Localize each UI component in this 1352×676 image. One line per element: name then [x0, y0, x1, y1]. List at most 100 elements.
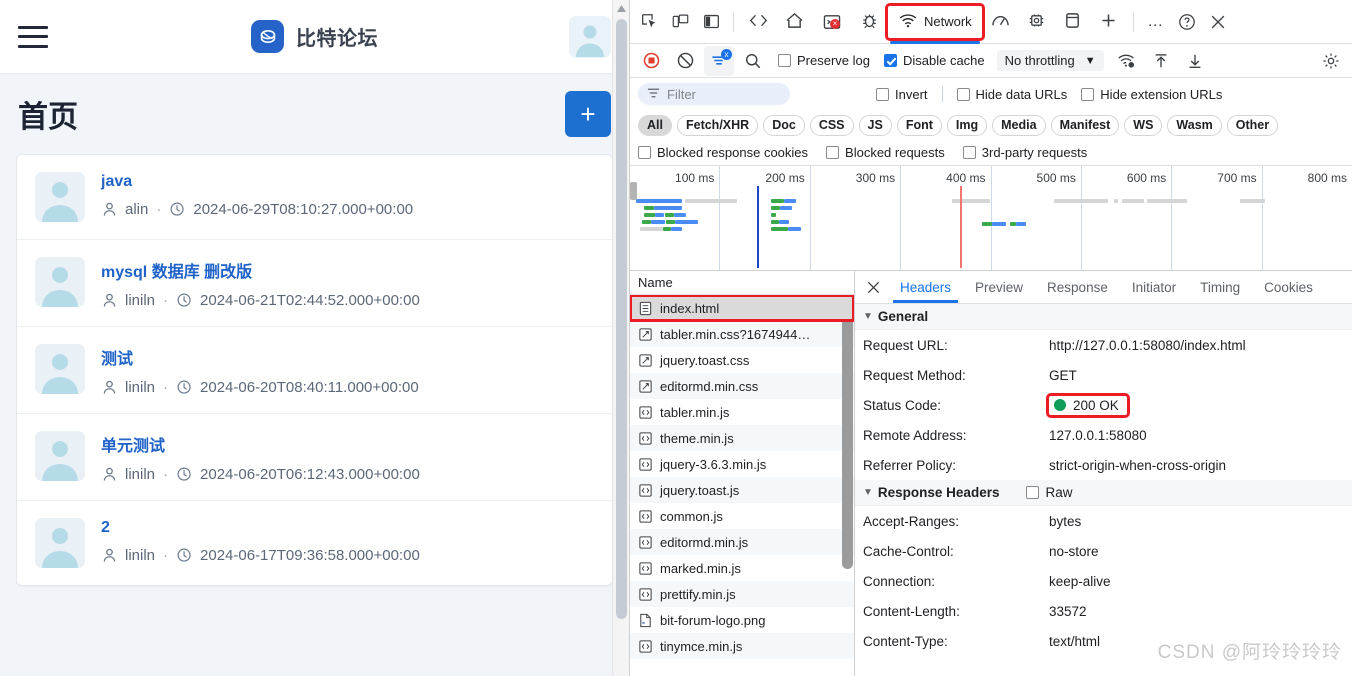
type-chip-img[interactable]: Img	[946, 114, 988, 136]
tab-cookies[interactable]: Cookies	[1253, 271, 1324, 303]
close-icon[interactable]	[859, 273, 887, 301]
table-row[interactable]: theme.min.js	[630, 425, 854, 451]
add-panel-button[interactable]	[1091, 6, 1126, 38]
type-chip-manifest[interactable]: Manifest	[1050, 114, 1120, 136]
third-party-requests-checkbox[interactable]: 3rd-party requests	[962, 145, 1087, 160]
tab-home[interactable]	[777, 6, 812, 38]
table-row[interactable]: tinymce.min.js	[630, 633, 854, 659]
tab-sources[interactable]	[852, 6, 887, 38]
tab-response[interactable]: Response	[1036, 271, 1119, 303]
post-title[interactable]: mysql 数据库 删改版	[101, 258, 592, 282]
tab-preview[interactable]: Preview	[964, 271, 1034, 303]
type-chip-css[interactable]: CSS	[809, 114, 854, 136]
raw-checkbox[interactable]: Raw	[1026, 485, 1072, 500]
blocked-requests-checkbox[interactable]: Blocked requests	[826, 145, 945, 160]
third-party-requests-box[interactable]	[962, 146, 976, 159]
tab-memory[interactable]	[1019, 6, 1054, 38]
type-chip-ws[interactable]: WS	[1124, 114, 1163, 136]
add-post-button[interactable]: +	[565, 91, 611, 137]
more-options-button[interactable]: …	[1141, 7, 1171, 37]
record-stop-icon[interactable]	[636, 46, 666, 76]
chevron-down-icon[interactable]: ▼	[1085, 55, 1096, 67]
list-item[interactable]: 单元测试 liniln · 2024-06-20T06:12:43.000+00…	[17, 414, 612, 501]
general-section-header[interactable]: ▼ General	[855, 304, 1352, 330]
request-column-header[interactable]: Name	[630, 271, 854, 295]
search-input[interactable]: Filter	[638, 83, 790, 105]
tab-initiator[interactable]: Initiator	[1121, 271, 1187, 303]
type-chip-media[interactable]: Media	[992, 114, 1046, 136]
table-row[interactable]: jquery.toast.js	[630, 477, 854, 503]
search-icon[interactable]	[738, 46, 768, 76]
type-chip-js[interactable]: JS	[858, 114, 892, 136]
table-row[interactable]: index.html	[630, 295, 854, 322]
invert-checkbox[interactable]: Invert	[876, 87, 928, 102]
request-list-scrollbar[interactable]	[842, 295, 853, 676]
raw-box[interactable]	[1026, 486, 1040, 499]
hide-extension-urls-box[interactable]	[1081, 87, 1095, 101]
filter-settings-icon[interactable]: x	[704, 45, 734, 76]
close-icon[interactable]	[1203, 7, 1233, 37]
tab-elements[interactable]	[741, 6, 776, 38]
type-chip-fetch-xhr[interactable]: Fetch/XHR	[676, 114, 759, 136]
type-chip-other[interactable]: Other	[1226, 114, 1279, 136]
list-item[interactable]: java alin · 2024-06-29T08:10:27.000+00:0…	[17, 155, 612, 240]
settings-gear-icon[interactable]	[1316, 46, 1346, 76]
response-headers-section-header[interactable]: ▼ Response Headers Raw	[855, 480, 1352, 506]
tab-timing[interactable]: Timing	[1189, 271, 1251, 303]
table-row[interactable]: tabler.min.css?1674944…	[630, 321, 854, 347]
type-chip-font[interactable]: Font	[896, 114, 942, 136]
hide-data-urls-box[interactable]	[956, 87, 970, 101]
table-row[interactable]: jquery.toast.css	[630, 347, 854, 373]
post-title[interactable]: 单元测试	[101, 432, 592, 456]
preserve-log-checkbox[interactable]: Preserve log	[778, 53, 870, 68]
tab-console[interactable]: ×	[813, 6, 851, 38]
scrollbar-thumb[interactable]	[842, 309, 853, 569]
hamburger-icon[interactable]	[18, 25, 48, 48]
post-title[interactable]: 测试	[101, 345, 592, 369]
type-chip-doc[interactable]: Doc	[763, 114, 805, 136]
post-title[interactable]: java	[101, 173, 592, 191]
network-overview-timeline[interactable]: 100 ms 200 ms 300 ms 400 ms 500 ms 600 m…	[630, 166, 1352, 271]
inspect-element-icon[interactable]	[634, 7, 664, 37]
scrollbar-thumb[interactable]	[616, 19, 627, 619]
import-arrow-up-icon[interactable]	[1146, 46, 1176, 76]
table-row[interactable]: editormd.min.css	[630, 373, 854, 399]
user-avatar-icon[interactable]	[569, 15, 611, 58]
scroll-up-arrow-icon[interactable]	[613, 0, 629, 17]
caret-down-icon[interactable]: ▼	[863, 487, 873, 498]
list-item[interactable]: 2 liniln · 2024-06-17T09:36:58.000+00:00	[17, 501, 612, 585]
tab-headers[interactable]: Headers	[889, 271, 962, 303]
list-item[interactable]: mysql 数据库 删改版 liniln · 2024-06-21T02:44:…	[17, 240, 612, 327]
preserve-log-box[interactable]	[778, 54, 791, 67]
table-row[interactable]: tabler.min.js	[630, 399, 854, 425]
type-chip-wasm[interactable]: Wasm	[1167, 114, 1222, 136]
blocked-requests-box[interactable]	[826, 146, 840, 159]
throttling-dropdown[interactable]: No throttling ▼	[996, 50, 1104, 71]
invert-box[interactable]	[876, 87, 889, 101]
help-question-icon[interactable]	[1172, 7, 1202, 37]
clear-circle-slash-icon[interactable]	[670, 46, 700, 76]
list-item[interactable]: 测试 liniln · 2024-06-20T08:40:11.000+00:0…	[17, 327, 612, 414]
page-scrollbar[interactable]	[612, 0, 629, 676]
disable-cache-checkbox[interactable]: Disable cache	[883, 53, 985, 68]
hide-extension-urls-checkbox[interactable]: Hide extension URLs	[1081, 87, 1222, 102]
tab-performance[interactable]	[983, 6, 1018, 38]
table-row[interactable]: bit-forum-logo.png	[630, 607, 854, 633]
caret-down-icon[interactable]: ▼	[863, 311, 873, 322]
export-arrow-down-icon[interactable]	[1180, 46, 1210, 76]
blocked-response-cookies-box[interactable]	[638, 146, 651, 159]
blocked-response-cookies-checkbox[interactable]: Blocked response cookies	[638, 145, 808, 160]
tab-application[interactable]	[1055, 6, 1090, 38]
overview-window-handle[interactable]	[630, 182, 637, 200]
type-chip-all[interactable]: All	[638, 114, 672, 136]
device-toolbar-icon[interactable]	[665, 7, 695, 37]
hide-data-urls-checkbox[interactable]: Hide data URLs	[956, 87, 1067, 102]
dock-side-icon[interactable]	[696, 7, 726, 37]
table-row[interactable]: marked.min.js	[630, 555, 854, 581]
table-row[interactable]: prettify.min.js	[630, 581, 854, 607]
table-row[interactable]: editormd.min.js	[630, 529, 854, 555]
table-row[interactable]: common.js	[630, 503, 854, 529]
tab-network[interactable]: Network	[885, 2, 985, 44]
post-title[interactable]: 2	[101, 519, 592, 537]
network-conditions-icon[interactable]	[1112, 46, 1142, 76]
